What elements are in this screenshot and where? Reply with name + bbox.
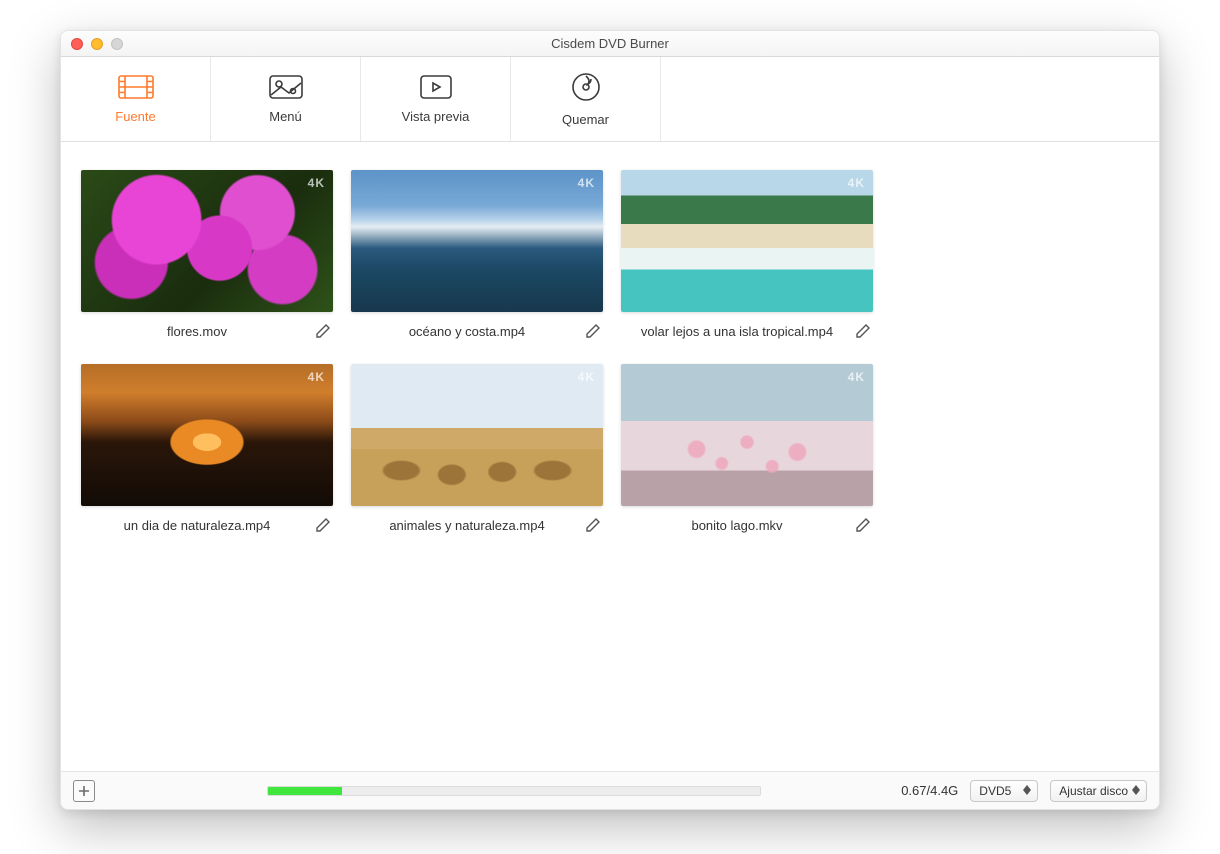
clip-filename: océano y costa.mp4 [351, 324, 583, 339]
clip-filename: volar lejos a una isla tropical.mp4 [621, 324, 853, 339]
disc-usage-fill [268, 787, 342, 795]
clip-item[interactable]: 4K un dia de naturaleza.mp4 [81, 364, 333, 540]
clip-item[interactable]: 4K animales y naturaleza.mp4 [351, 364, 603, 540]
edit-button[interactable] [853, 321, 873, 341]
clip-grid: 4K flores.mov 4K océano y costa.mp4 [61, 142, 1159, 771]
tab-preview[interactable]: Vista previa [361, 57, 511, 141]
clip-thumbnail[interactable]: 4K [621, 170, 873, 312]
progress-zone [107, 786, 881, 796]
tab-label: Vista previa [402, 109, 470, 124]
edit-button[interactable] [583, 321, 603, 341]
resolution-badge: 4K [578, 176, 595, 190]
edit-button[interactable] [853, 515, 873, 535]
resolution-badge: 4K [308, 370, 325, 384]
clip-thumbnail[interactable]: 4K [351, 170, 603, 312]
resolution-badge: 4K [308, 176, 325, 190]
footer-bar: 0.67/4.4G DVD5 Ajustar disco [61, 771, 1159, 809]
tab-menu[interactable]: Menú [211, 57, 361, 141]
clip-thumbnail[interactable]: 4K [81, 170, 333, 312]
resolution-badge: 4K [848, 370, 865, 384]
film-icon [118, 75, 154, 99]
disc-type-value: DVD5 [979, 784, 1011, 798]
window-title: Cisdem DVD Burner [61, 36, 1159, 51]
disc-usage-bar [267, 786, 761, 796]
clip-item[interactable]: 4K volar lejos a una isla tropical.mp4 [621, 170, 873, 346]
menu-template-icon [269, 75, 303, 99]
titlebar: Cisdem DVD Burner [61, 31, 1159, 57]
burn-icon [571, 72, 601, 102]
app-window: Cisdem DVD Burner Fuente [60, 30, 1160, 810]
clip-item[interactable]: 4K flores.mov [81, 170, 333, 346]
preview-icon [420, 75, 452, 99]
tab-label: Menú [269, 109, 302, 124]
resolution-badge: 4K [578, 370, 595, 384]
disc-usage-text: 0.67/4.4G [901, 783, 958, 798]
tab-source[interactable]: Fuente [61, 57, 211, 141]
add-button[interactable] [73, 780, 95, 802]
disc-type-select[interactable]: DVD5 [970, 780, 1038, 802]
fit-disc-select[interactable]: Ajustar disco [1050, 780, 1147, 802]
clip-filename: bonito lago.mkv [621, 518, 853, 533]
clip-thumbnail[interactable]: 4K [621, 364, 873, 506]
edit-button[interactable] [583, 515, 603, 535]
clip-item[interactable]: 4K océano y costa.mp4 [351, 170, 603, 346]
clip-filename: animales y naturaleza.mp4 [351, 518, 583, 533]
resolution-badge: 4K [848, 176, 865, 190]
edit-button[interactable] [313, 321, 333, 341]
tab-label: Quemar [562, 112, 609, 127]
clip-item[interactable]: 4K bonito lago.mkv [621, 364, 873, 540]
fit-disc-value: Ajustar disco [1059, 784, 1128, 798]
clip-filename: un dia de naturaleza.mp4 [81, 518, 313, 533]
clip-thumbnail[interactable]: 4K [351, 364, 603, 506]
clip-thumbnail[interactable]: 4K [81, 364, 333, 506]
tabbar: Fuente Menú Vista previa [61, 57, 1159, 142]
clip-filename: flores.mov [81, 324, 313, 339]
edit-button[interactable] [313, 515, 333, 535]
tab-label: Fuente [115, 109, 155, 124]
tab-burn[interactable]: Quemar [511, 57, 661, 141]
